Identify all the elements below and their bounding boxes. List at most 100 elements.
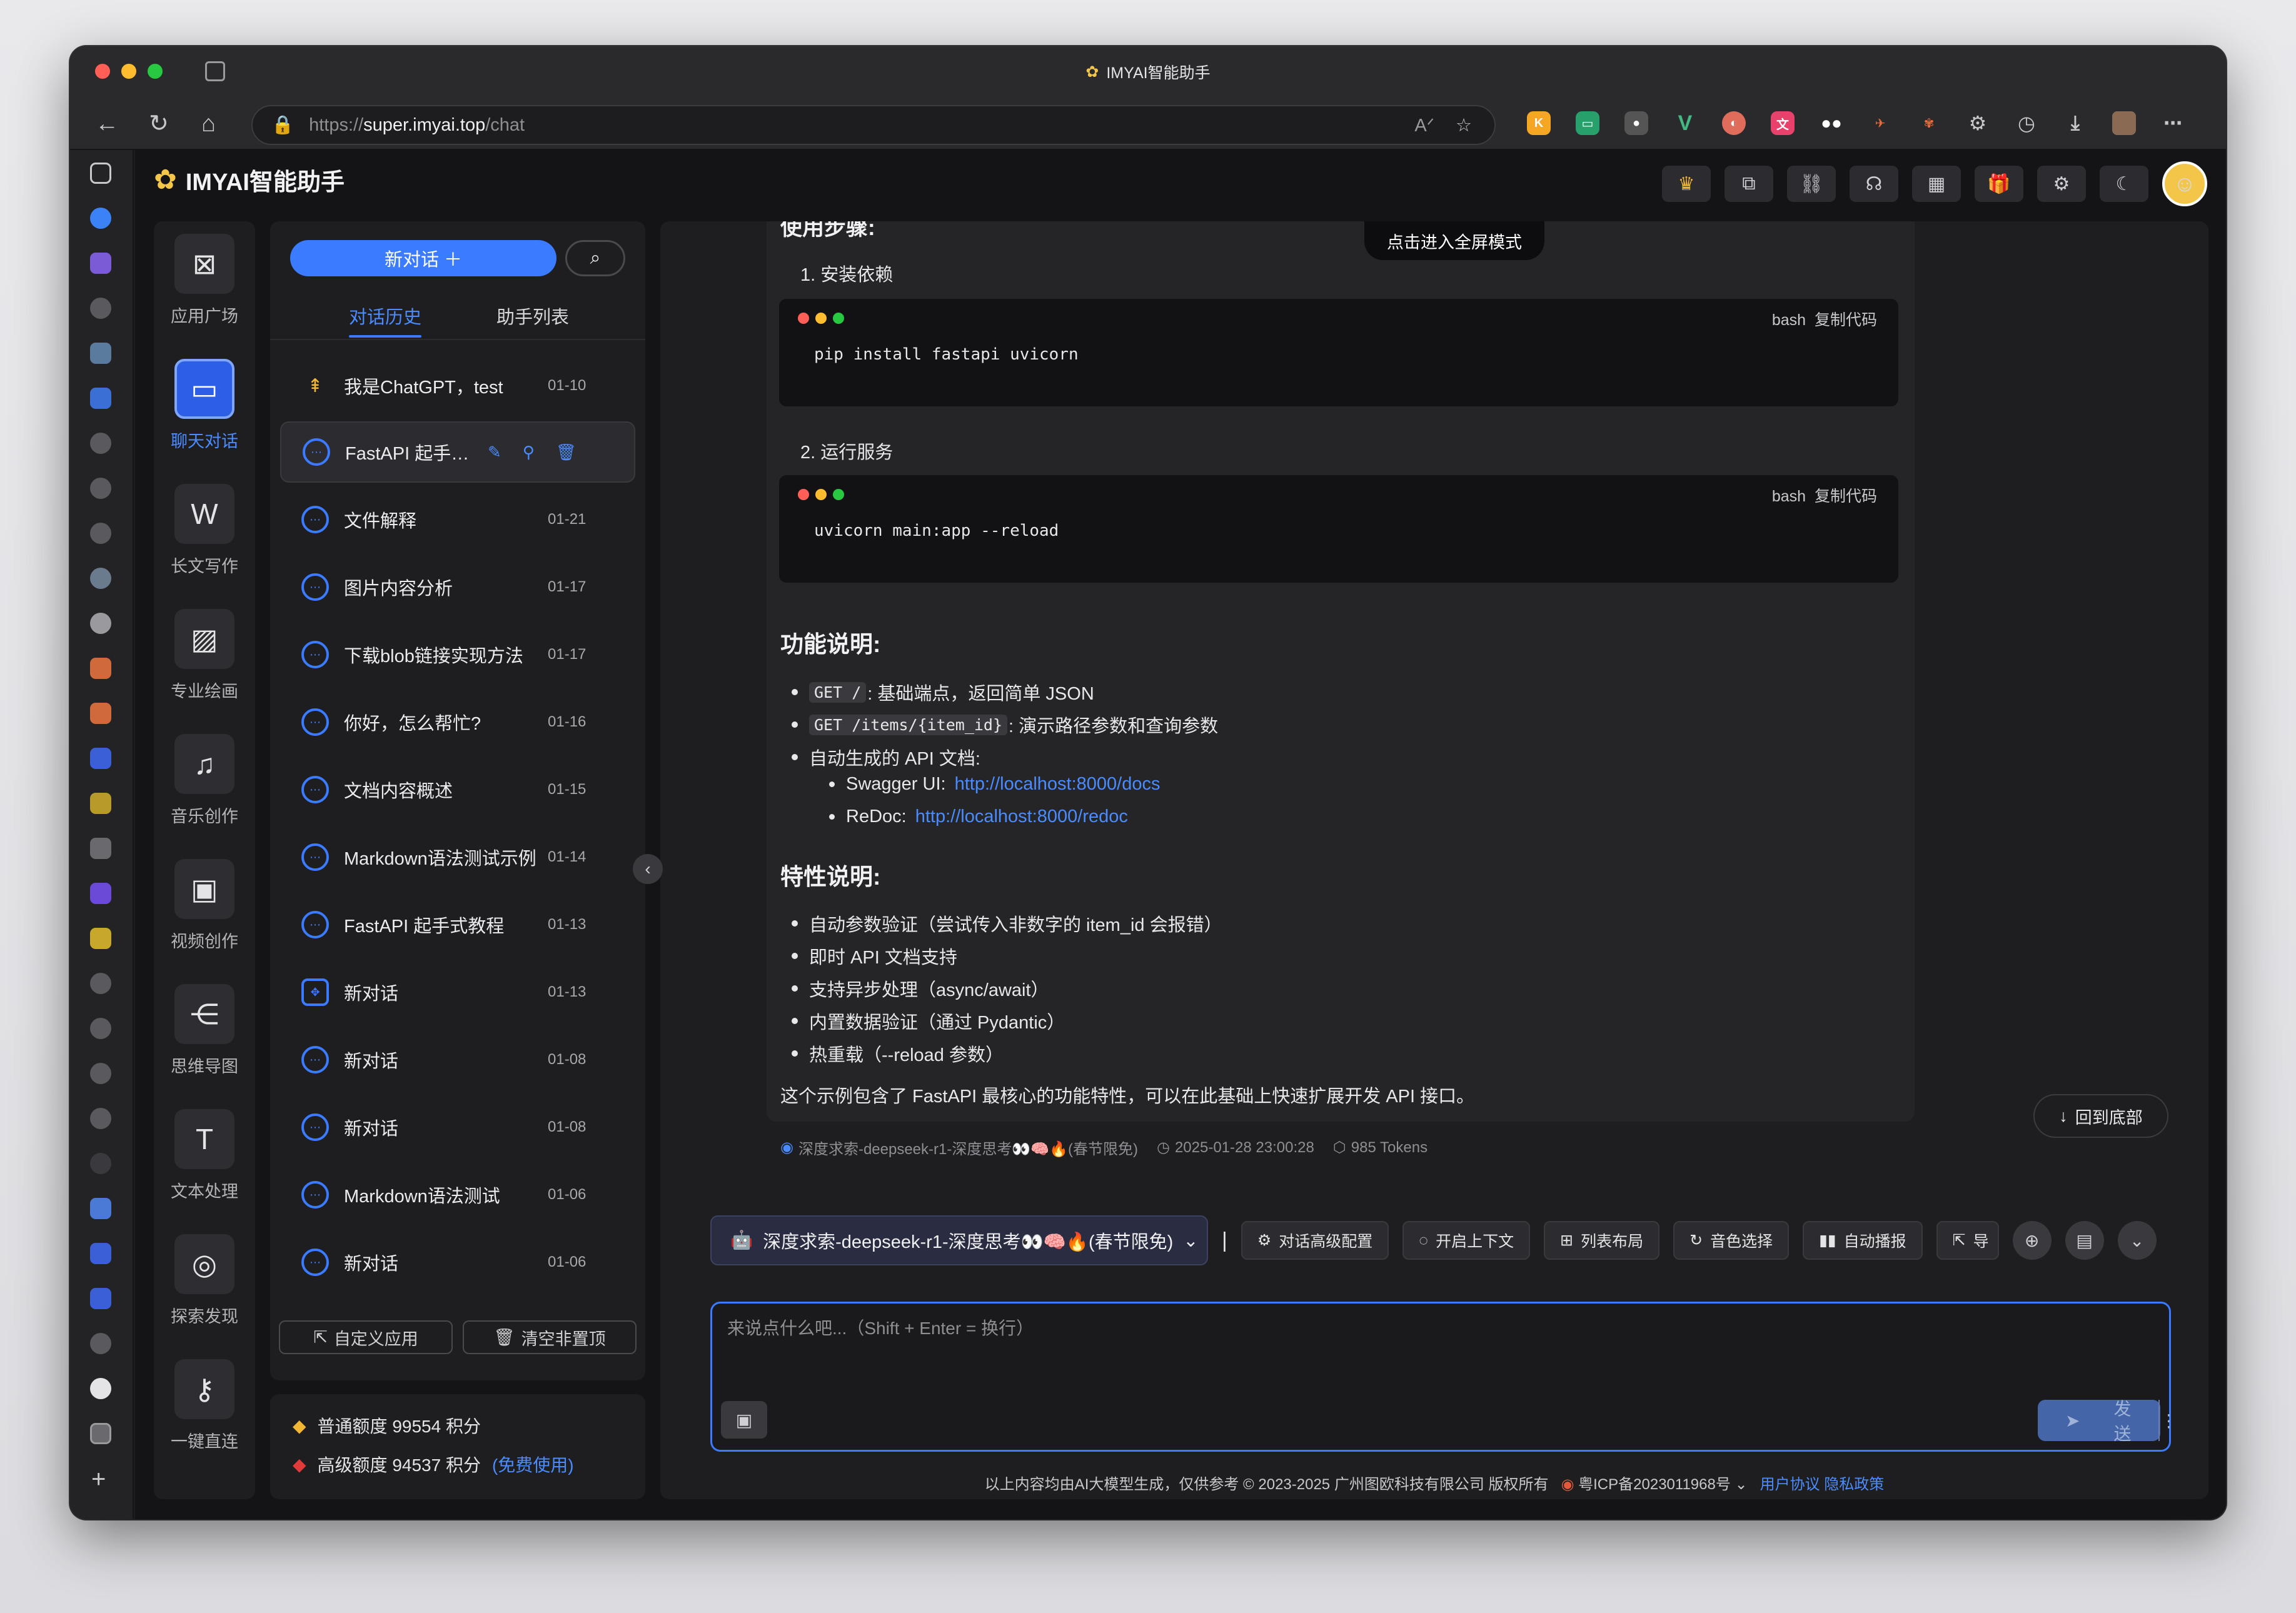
- sidebar-app-icon[interactable]: [90, 1333, 111, 1354]
- extensions-puzzle-icon[interactable]: ⚙: [1966, 111, 1990, 135]
- gift-icon[interactable]: 🎁: [1975, 166, 2023, 202]
- add-sidebar-app-icon[interactable]: +: [91, 1465, 106, 1494]
- expand-more-icon[interactable]: ⌄: [2117, 1221, 2157, 1260]
- read-aloud-icon[interactable]: Aᐟ: [1414, 114, 1434, 136]
- sidebar-app-icon[interactable]: [90, 1378, 111, 1399]
- advanced-config-button[interactable]: ⚙ 对话高级配置: [1241, 1221, 1389, 1260]
- rail-item-long-writing[interactable]: W 长文写作: [154, 484, 255, 577]
- list-layout-button[interactable]: ⊞ 列表布局: [1544, 1221, 1660, 1260]
- devices-icon[interactable]: ⧉: [1725, 166, 1773, 202]
- sidebar-app-icon[interactable]: [90, 883, 111, 904]
- history-item[interactable]: ⋯ 图片内容分析 01-17: [280, 556, 635, 618]
- favorite-star-icon[interactable]: ☆: [1456, 114, 1472, 136]
- upload-folder-icon[interactable]: ▣: [721, 1401, 767, 1439]
- policy-links[interactable]: 用户协议 隐私政策: [1760, 1476, 1885, 1493]
- custom-app-button[interactable]: ⇱ 自定义应用: [279, 1320, 453, 1354]
- export-button[interactable]: ⇱ 导: [1936, 1221, 1999, 1260]
- sidebar-app-icon[interactable]: [90, 1063, 111, 1084]
- search-icon[interactable]: ⌕: [565, 240, 625, 276]
- extension-icon[interactable]: ✾: [1917, 111, 1941, 135]
- link-icon[interactable]: ⛓: [1787, 166, 1836, 202]
- medium-icon[interactable]: ●●: [1820, 111, 1843, 135]
- sidebar-app-icon[interactable]: [90, 433, 111, 454]
- crown-vip-icon[interactable]: ♛: [1662, 166, 1711, 202]
- chat-input[interactable]: 来说点什么吧...（Shift + Enter = 换行） ▣ ➤ 发送 ⋮: [710, 1302, 2177, 1452]
- tab-assistants[interactable]: 助手列表: [496, 303, 569, 329]
- reload-icon[interactable]: ↻: [149, 111, 169, 136]
- profile-avatar[interactable]: [2112, 111, 2136, 135]
- sidebar-app-icon[interactable]: [90, 1198, 111, 1219]
- history-item[interactable]: ⋯ 新对话 01-08: [280, 1029, 635, 1090]
- free-use-link[interactable]: (免费使用): [492, 1452, 574, 1477]
- tab-history[interactable]: 对话历史: [349, 303, 422, 338]
- sidebar-app-icon[interactable]: [90, 1243, 111, 1264]
- rail-item-painting[interactable]: ▨ 专业绘画: [154, 609, 255, 702]
- rail-item-app-square[interactable]: ⊠ 应用广场: [154, 234, 255, 327]
- model-selector[interactable]: 🤖 深度求索-deepseek-r1-深度思考👀🧠🔥(春节限免) ⌄: [710, 1215, 1208, 1265]
- sidebar-app-active-icon[interactable]: [90, 1423, 111, 1444]
- minimize-window-button[interactable]: [121, 64, 136, 79]
- copy-code-button[interactable]: 复制代码: [1815, 488, 1877, 505]
- sidebar-app-icon[interactable]: [90, 838, 111, 859]
- sidebar-app-icon[interactable]: [90, 748, 111, 769]
- history-item[interactable]: ⋯ FastAPI 起手式教程 01-13: [280, 894, 635, 955]
- history-item[interactable]: ⋯ 下载blob链接实现方法 01-17: [280, 624, 635, 685]
- settings-gear-icon[interactable]: ⚙: [2037, 166, 2086, 202]
- copy-code-button[interactable]: 复制代码: [1815, 311, 1877, 329]
- history-item[interactable]: ⋯ 新对话 01-06: [280, 1232, 635, 1293]
- edit-icon[interactable]: ✎: [488, 443, 501, 462]
- sidebar-app-icon[interactable]: [90, 253, 111, 274]
- history-item[interactable]: ⋯ 你好，怎么帮忙? 01-16: [280, 691, 635, 753]
- history-item[interactable]: ✥ 新对话 01-13: [280, 962, 635, 1023]
- calendar-icon[interactable]: ▦: [1912, 166, 1961, 202]
- sidebar-app-icon[interactable]: [90, 388, 111, 409]
- pin-icon[interactable]: ⚲: [523, 443, 535, 462]
- history-item[interactable]: ⋯ 文件解释 01-21: [280, 489, 635, 550]
- rail-item-video[interactable]: ▣ 视频创作: [154, 859, 255, 952]
- sidebar-app-icon[interactable]: [90, 208, 111, 229]
- github-icon[interactable]: [90, 613, 111, 634]
- tab-overview-icon[interactable]: [205, 61, 225, 81]
- rail-item-music[interactable]: ♫ 音乐创作: [154, 734, 255, 827]
- sidebar-app-icon[interactable]: [90, 343, 111, 364]
- sidebar-app-icon[interactable]: [90, 568, 111, 589]
- rail-item-direct-connect[interactable]: ⚷ 一键直连: [154, 1359, 255, 1452]
- history-item[interactable]: ⋯ Markdown语法测试示例 01-14: [280, 827, 635, 888]
- translate-extension-icon[interactable]: 文: [1771, 111, 1795, 135]
- send-options-icon[interactable]: ⋮: [2158, 1400, 2177, 1441]
- vue-devtools-icon[interactable]: V: [1673, 111, 1697, 135]
- sidebar-app-icon[interactable]: [90, 1288, 111, 1309]
- history-item[interactable]: ⇞ 我是ChatGPT，test 01-10: [280, 355, 635, 416]
- site-info-icon[interactable]: 🔒: [271, 114, 294, 136]
- downloads-icon[interactable]: ⤓: [2063, 111, 2087, 135]
- sidebar-app-icon[interactable]: [90, 523, 111, 544]
- delete-icon[interactable]: 🗑: [556, 443, 577, 462]
- send-button[interactable]: ➤ 发送 ⋮: [2038, 1399, 2177, 1444]
- support-headset-icon[interactable]: ☊: [1850, 166, 1898, 202]
- collapse-panel-button[interactable]: ‹: [633, 854, 663, 884]
- rail-item-mindmap[interactable]: ⋲ 思维导图: [154, 984, 255, 1077]
- zoom-window-button[interactable]: [148, 64, 163, 79]
- history-item[interactable]: ⋯ 新对话 01-08: [280, 1097, 635, 1158]
- auto-play-button[interactable]: ▮▮ 自动播报: [1803, 1221, 1923, 1260]
- close-window-button[interactable]: [95, 64, 110, 79]
- clear-unpinned-button[interactable]: 🗑 清空非置顶: [463, 1320, 637, 1354]
- history-icon[interactable]: ◷: [2015, 111, 2038, 135]
- sidebar-app-icon[interactable]: [90, 1153, 111, 1174]
- extension-icon[interactable]: ✈: [1868, 111, 1892, 135]
- sidebar-app-icon[interactable]: [90, 1018, 111, 1039]
- new-topic-icon[interactable]: ⊕: [2012, 1221, 2052, 1260]
- voice-select-button[interactable]: ↻ 音色选择: [1673, 1221, 1790, 1260]
- sidebar-app-icon[interactable]: [90, 703, 111, 724]
- extension-icon[interactable]: K: [1527, 111, 1551, 135]
- sidebar-toggle-icon[interactable]: [90, 163, 111, 184]
- rail-item-text[interactable]: T 文本处理: [154, 1109, 255, 1202]
- history-item[interactable]: ⋯ Markdown语法测试 01-06: [280, 1164, 635, 1225]
- sidebar-app-icon[interactable]: [90, 928, 111, 949]
- sidebar-app-icon[interactable]: [90, 793, 111, 814]
- back-icon[interactable]: ←: [95, 111, 119, 136]
- url-input[interactable]: 🔒 https://super.imyai.top/chat Aᐟ ☆: [251, 105, 1496, 145]
- dark-mode-moon-icon[interactable]: ☾: [2100, 166, 2148, 202]
- scroll-to-bottom-button[interactable]: ↓ 回到底部: [2033, 1094, 2168, 1138]
- context-toggle-button[interactable]: ◌ 开启上下文: [1402, 1221, 1531, 1260]
